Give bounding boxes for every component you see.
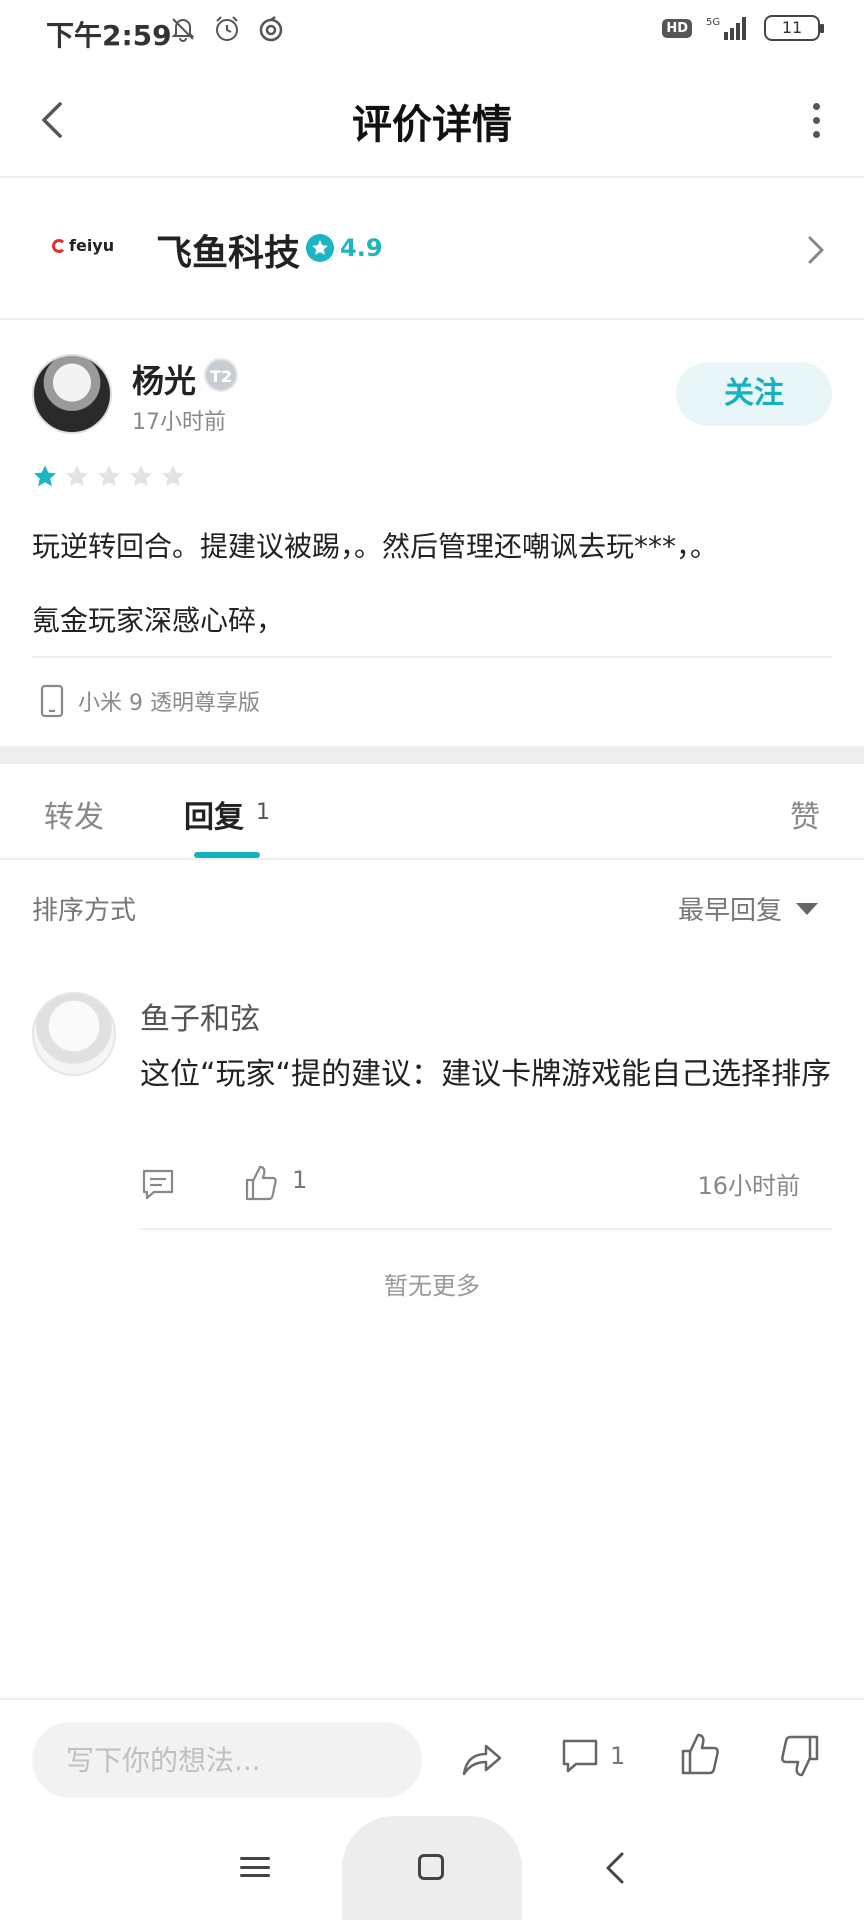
tab-active-indicator — [194, 852, 260, 858]
reviewer-name[interactable]: 杨光 — [132, 356, 196, 402]
comment-input[interactable] — [32, 1722, 422, 1798]
review-text-line: 氪金玩家深感心碎， — [32, 604, 285, 637]
thumbs-up-icon[interactable] — [680, 1732, 720, 1776]
tab-bar: 转发 回复 1 赞 — [0, 764, 864, 860]
thumbs-up-icon[interactable] — [244, 1164, 278, 1202]
star-rating — [32, 464, 186, 490]
more-dot-icon — [812, 130, 820, 138]
more-dot-icon — [812, 116, 820, 124]
hd-badge: HD — [662, 18, 692, 38]
review-card: 杨光 T2 17小时前 关注 玩逆转回合。提建议被踢，。然后管理还嘲讽去玩***… — [0, 322, 864, 746]
alarm-icon — [216, 16, 238, 41]
avatar[interactable] — [32, 992, 116, 1076]
status-time: 下午2:59 — [46, 19, 172, 52]
reply-item: 鱼子和弦 这位“玩家“提的建议：建议卡牌游戏能自己选择排序 1 16小时前 — [0, 980, 864, 1230]
status-bar: 下午2:59 HD 5G 11 — [0, 0, 864, 62]
chevron-right-icon — [798, 228, 834, 272]
star-empty-icon — [66, 465, 88, 487]
home-button[interactable] — [418, 1854, 444, 1880]
star-empty-icon — [98, 465, 120, 487]
no-more-text: 暂无更多 — [384, 1272, 480, 1300]
device-name: 小米 9 透明尊享版 — [78, 691, 260, 716]
netease-music-icon — [259, 16, 283, 42]
reply-text: 这位“玩家“提的建议：建议卡牌游戏能自己选择排序 — [140, 1057, 832, 1092]
developer-logo: feiyu — [52, 236, 114, 255]
share-icon[interactable] — [460, 1738, 504, 1778]
more-dot-icon — [812, 102, 820, 110]
reply-like-count: 1 — [292, 1166, 308, 1194]
tab-forward[interactable]: 转发 — [44, 792, 104, 836]
rating-star-icon — [306, 234, 334, 262]
reply-time: 16小时前 — [697, 1172, 800, 1200]
device-info: 小米 9 透明尊享版 — [40, 684, 260, 718]
star-empty-icon — [130, 465, 152, 487]
comment-count: 1 — [610, 1742, 626, 1770]
tab-like[interactable]: 赞 — [790, 792, 820, 836]
developer-name: 飞鱼科技 — [156, 233, 301, 274]
developer-row[interactable]: feiyu 飞鱼科技 4.9 — [0, 180, 864, 320]
avatar[interactable] — [32, 354, 112, 434]
bottom-action-bar: 1 — [0, 1698, 864, 1816]
more-options-button[interactable] — [796, 94, 836, 146]
divider — [32, 656, 832, 658]
menu-line-icon — [240, 1857, 270, 1860]
comment-icon[interactable] — [140, 1166, 176, 1202]
status-notification-icons — [168, 14, 286, 44]
review-text: 玩逆转回合。提建议被踢，。然后管理还嘲讽去玩***，。 氪金玩家深感心碎， — [32, 510, 832, 658]
follow-button[interactable]: 关注 — [676, 362, 832, 426]
comment-icon[interactable] — [560, 1736, 600, 1776]
developer-rating: 4.9 — [340, 234, 383, 262]
level-badge: T2 — [204, 358, 238, 392]
battery-icon: 11 — [764, 15, 824, 41]
sort-selected: 最早回复 — [677, 896, 782, 926]
star-empty-icon — [162, 465, 184, 487]
tab-reply-count: 1 — [256, 800, 270, 825]
recent-apps-button[interactable] — [240, 1852, 270, 1882]
feiyu-logo-icon — [52, 238, 66, 253]
review-time: 17小时前 — [132, 410, 226, 435]
menu-line-icon — [240, 1865, 270, 1869]
developer-logo-text: feiyu — [69, 236, 115, 255]
menu-line-icon — [240, 1874, 270, 1877]
section-separator — [0, 746, 864, 764]
caret-down-icon — [796, 902, 818, 915]
bell-muted-icon — [171, 18, 195, 42]
network-type: 5G — [706, 17, 720, 28]
review-text-line: 玩逆转回合。提建议被踢，。然后管理还嘲讽去玩***，。 — [32, 530, 719, 563]
sort-row: 排序方式 最早回复 — [0, 862, 864, 950]
reply-actions: 1 16小时前 — [140, 1164, 800, 1210]
phone-icon — [40, 684, 64, 718]
sort-dropdown[interactable]: 最早回复 — [678, 890, 818, 927]
system-nav-bar — [0, 1816, 864, 1920]
star-filled-icon — [34, 465, 56, 487]
signal-icon: 5G — [706, 17, 746, 40]
thumbs-down-icon[interactable] — [780, 1734, 820, 1778]
sort-label: 排序方式 — [32, 896, 137, 926]
page-title: 评价详情 — [352, 102, 512, 148]
divider — [140, 1228, 832, 1230]
system-back-icon[interactable] — [600, 1848, 630, 1888]
tab-reply[interactable]: 回复 — [184, 792, 244, 836]
status-system-icons: HD 5G 11 — [662, 14, 824, 42]
reply-username[interactable]: 鱼子和弦 — [140, 994, 260, 1038]
app-header: 评价详情 — [0, 62, 864, 178]
